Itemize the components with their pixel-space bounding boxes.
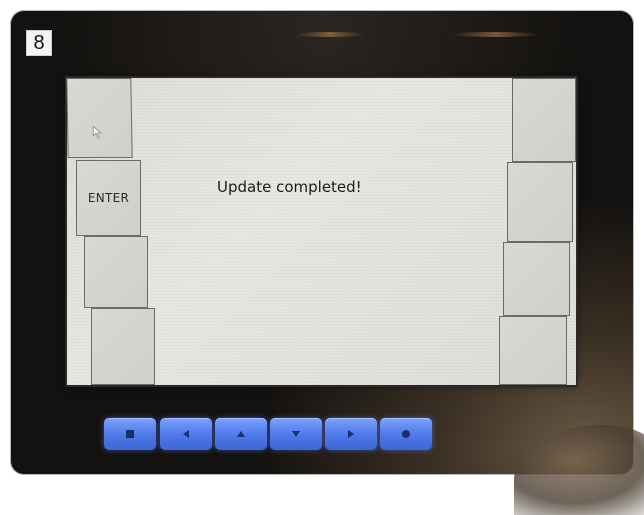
circle-icon <box>401 429 411 439</box>
softkey-right-3[interactable] <box>503 242 570 316</box>
softkey-enter[interactable]: ENTER <box>76 160 141 236</box>
arrow-down-icon <box>291 429 301 439</box>
mouse-cursor-icon <box>92 125 102 139</box>
softkey-right-2[interactable] <box>507 162 573 242</box>
up-arrow-key[interactable] <box>215 418 267 450</box>
softkey-right-4[interactable] <box>499 316 567 385</box>
bezel-glare <box>295 32 365 37</box>
softkey-right-1[interactable] <box>512 78 576 162</box>
bezel-glare <box>450 32 540 37</box>
update-status-message: Update completed! <box>217 178 362 196</box>
arrow-up-icon <box>236 429 246 439</box>
softkey-left-1[interactable] <box>66 78 132 158</box>
circle-key[interactable] <box>380 418 432 450</box>
softkey-left-4[interactable] <box>91 308 155 385</box>
device-screen: ENTER Update completed! <box>67 78 576 385</box>
down-arrow-key[interactable] <box>270 418 322 450</box>
softkey-enter-label: ENTER <box>77 191 140 205</box>
right-arrow-key[interactable] <box>325 418 377 450</box>
stop-key[interactable] <box>104 418 156 450</box>
softkey-left-3[interactable] <box>84 236 148 308</box>
left-arrow-key[interactable] <box>160 418 212 450</box>
arrow-left-icon <box>181 429 191 439</box>
step-number-badge: 8 <box>26 30 52 56</box>
arrow-right-icon <box>346 429 356 439</box>
stop-square-icon <box>125 429 135 439</box>
